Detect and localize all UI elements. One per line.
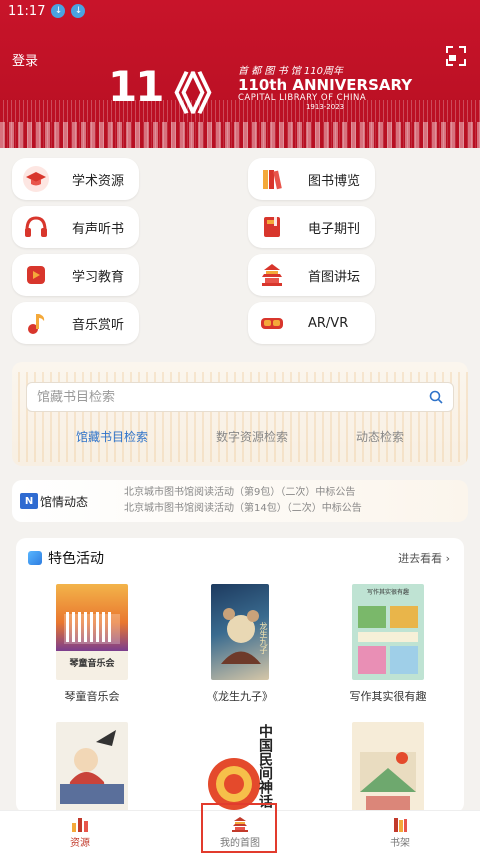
tab-digital-search[interactable]: 数字资源检索 (216, 428, 288, 445)
books-icon (258, 165, 286, 193)
activity-title: 琴童音乐会 (64, 690, 120, 703)
login-link[interactable]: 登录 (12, 50, 38, 69)
category-label: 电子期刊 (308, 221, 361, 237)
brand-years: 1913-2023 (305, 103, 345, 111)
activity-cover-text: 琴童音乐会 (69, 659, 115, 669)
activity-cover-text: 龙生九子 (259, 622, 268, 654)
anniversary-logo-chevrons: 《》 (152, 69, 234, 120)
music-note-icon (22, 309, 50, 337)
tab-catalog-search[interactable]: 馆藏书目检索 (76, 428, 148, 445)
category-label: AR/VR (308, 315, 349, 331)
activity-card[interactable] (318, 722, 458, 813)
news-ticker[interactable]: N 馆情动态 北京城市图书馆阅读活动（第9包）（二次）中标公告 北京城市图书馆阅… (12, 480, 468, 522)
header-banner: 11:17 ↓ ↓ 登录 11 《》 首 都 图 书 馆 110周年 110th… (0, 0, 480, 148)
nav-label: 书架 (390, 837, 410, 849)
see-more-label: 进去看看 (398, 552, 443, 565)
graduation-cap-icon (22, 165, 50, 193)
activity-card[interactable]: 龙生九子 《龙生九子》 (170, 584, 310, 704)
download-icon: ↓ (71, 4, 86, 18)
brand-cn: 首 都 图 书 馆 110周年 (238, 66, 343, 77)
bookshelf-icon (394, 817, 407, 832)
activity-cover-text: 中国民间神话 (257, 724, 273, 808)
activity-card[interactable]: 中国民间神话 (170, 722, 310, 813)
news-item[interactable]: 北京城市图书馆阅读活动（第14包）（二次）中标公告 (124, 501, 362, 517)
activity-cover: 中国民间神话 (204, 722, 276, 813)
category-label: 图书博览 (308, 173, 361, 189)
brand-library: CAPITAL LIBRARY OF CHINA (238, 93, 367, 103)
category-journals[interactable]: 电子期刊 (248, 206, 375, 248)
brand-anniversary: 110th ANNIVERSARY (238, 76, 413, 94)
category-audiobooks[interactable]: 有声听书 (12, 206, 139, 248)
activity-cover (56, 722, 128, 813)
activity-title: 写作其实很有趣 (349, 690, 427, 703)
brand-block: 首 都 图 书 馆 110周年 110th ANNIVERSARY CAPITA… (238, 62, 412, 111)
activity-cover-text: 写作其实很有趣 (366, 589, 409, 596)
status-time: 11:17 (8, 3, 46, 19)
category-music[interactable]: 音乐赏听 (12, 302, 139, 344)
status-bar: 11:17 ↓ ↓ (0, 0, 480, 22)
news-items: 北京城市图书馆阅读活动（第9包）（二次）中标公告 北京城市图书馆阅读活动（第14… (124, 485, 362, 517)
featured-activities: 特色活动 进去看看 › 琴童音乐会 琴童音乐会 龙生九子 《龙生九子》 写作其实… (16, 538, 464, 813)
category-label: 音乐赏听 (72, 317, 125, 333)
vr-headset-icon (258, 309, 286, 337)
activity-title: 《龙生九子》 (207, 690, 273, 703)
featured-square-icon (28, 551, 42, 565)
category-arvr[interactable]: AR/VR (248, 302, 375, 344)
category-label: 学术资源 (72, 173, 125, 189)
activity-cover: 龙生九子 (211, 584, 269, 680)
bar-chart-icon (72, 817, 88, 832)
nav-resources[interactable]: 资源 (0, 811, 160, 853)
nav-bookshelf[interactable]: 书架 (320, 811, 480, 853)
activity-card[interactable] (22, 722, 162, 813)
category-books[interactable]: 图书博览 (248, 158, 375, 200)
activity-cover: 写作其实很有趣 (352, 584, 424, 680)
journal-icon (258, 213, 286, 241)
category-label: 首图讲坛 (308, 269, 361, 285)
featured-header: 特色活动 (28, 548, 104, 568)
search-tabs: 馆藏书目检索 数字资源检索 动态检索 (12, 428, 468, 445)
see-more-link[interactable]: 进去看看 › (398, 550, 450, 566)
catalog-search-card: 馆藏书目检索 数字资源检索 动态检索 (12, 362, 468, 466)
featured-title: 特色活动 (48, 551, 104, 567)
scan-icon[interactable] (446, 46, 466, 66)
search-icon[interactable] (429, 390, 443, 404)
activity-card[interactable]: 琴童音乐会 琴童音乐会 (22, 584, 162, 704)
headphones-icon (22, 213, 50, 241)
category-label: 学习教育 (72, 269, 125, 285)
category-academic[interactable]: 学术资源 (12, 158, 139, 200)
news-item[interactable]: 北京城市图书馆阅读活动（第9包）（二次）中标公告 (124, 485, 362, 501)
tab-dynamic-search[interactable]: 动态检索 (356, 428, 404, 445)
search-input[interactable] (37, 389, 429, 405)
banner-skyline (0, 122, 480, 148)
news-icon: N (20, 493, 38, 509)
search-box[interactable] (26, 382, 454, 412)
category-label: 有声听书 (72, 221, 125, 237)
activity-cover (352, 722, 424, 813)
category-education[interactable]: 学习教育 (12, 254, 139, 296)
news-title: 馆情动态 (40, 494, 89, 509)
activity-card[interactable]: 写作其实很有趣 写作其实很有趣 (318, 584, 458, 704)
nav-highlight-frame (201, 803, 277, 853)
video-icon (22, 261, 50, 289)
temple-icon (258, 261, 286, 289)
nav-label: 资源 (70, 837, 90, 849)
activity-cover: 琴童音乐会 (56, 584, 128, 680)
category-lecture[interactable]: 首图讲坛 (248, 254, 375, 296)
download-icon: ↓ (51, 4, 66, 18)
